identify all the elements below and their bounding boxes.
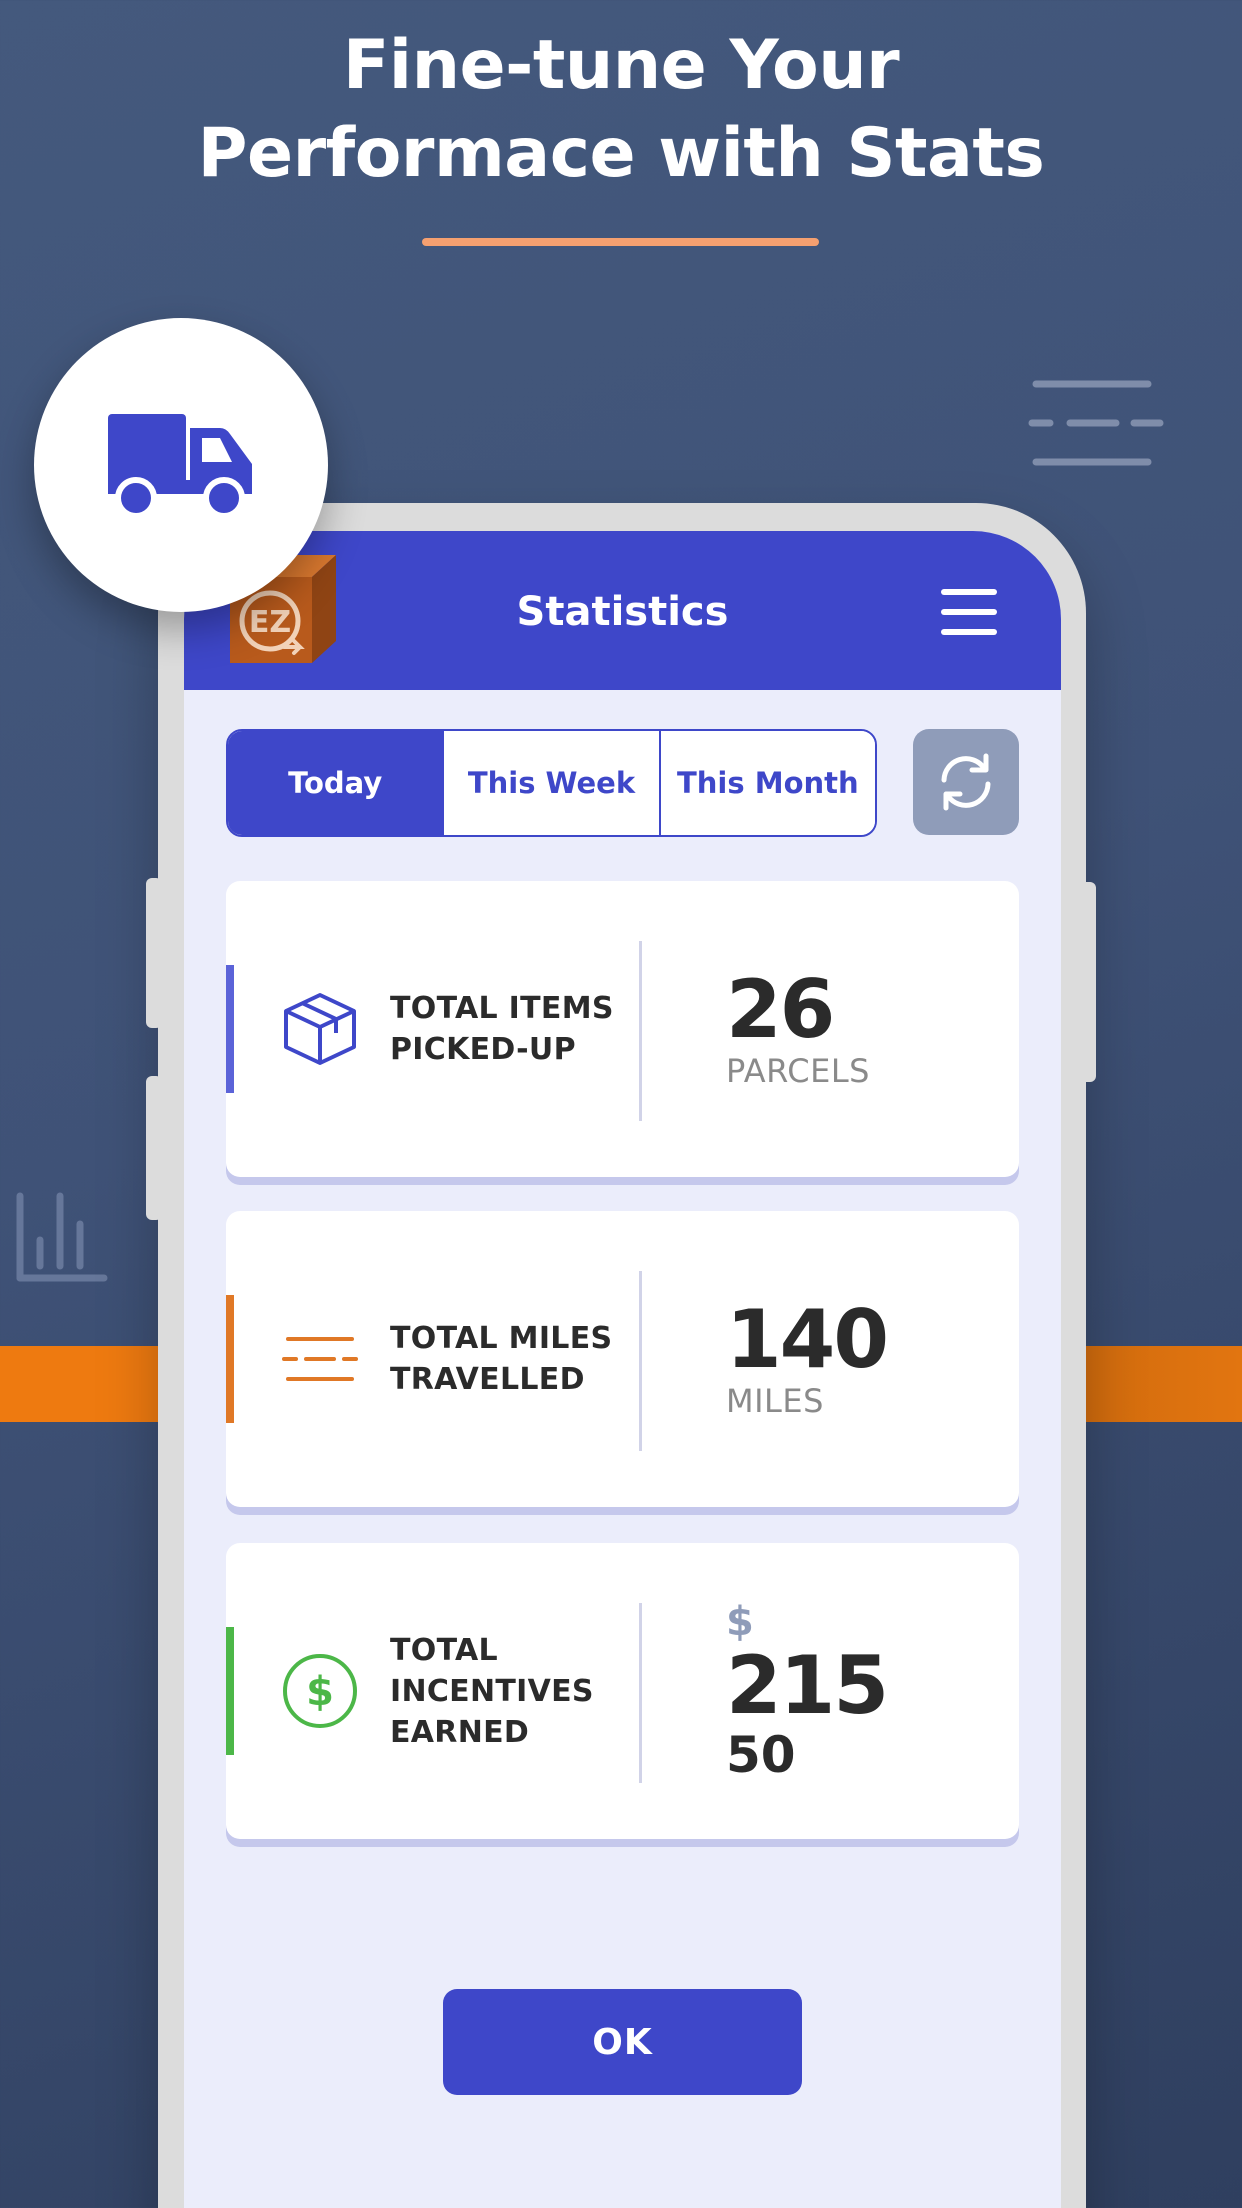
tab-this-month[interactable]: This Month bbox=[658, 731, 875, 835]
ok-button[interactable]: OK bbox=[443, 1989, 802, 2095]
promo-headline: Fine-tune Your Performace with Stats bbox=[0, 22, 1242, 198]
speed-lines-decoration-icon bbox=[1028, 380, 1164, 466]
road-lines-icon bbox=[282, 1337, 358, 1381]
stat-value: 215 bbox=[726, 1639, 889, 1732]
tab-this-week[interactable]: This Week bbox=[442, 731, 659, 835]
stat-value-group: 140 MILES bbox=[726, 1211, 889, 1507]
refresh-button[interactable] bbox=[913, 729, 1019, 835]
stat-value-group: $ 215 50 bbox=[726, 1543, 889, 1839]
stat-label: TOTAL INCENTIVES EARNED bbox=[390, 1632, 594, 1750]
stat-label: TOTAL MILES TRAVELLED bbox=[390, 1321, 613, 1397]
package-box-icon bbox=[284, 993, 356, 1065]
stat-unit: PARCELS bbox=[726, 1052, 870, 1090]
stat-card-items: TOTAL ITEMS PICKED-UP 26 PARCELS bbox=[226, 881, 1019, 1177]
card-accent-bar bbox=[226, 1295, 234, 1423]
card-divider bbox=[639, 1603, 642, 1783]
phone-side-button bbox=[146, 1076, 162, 1220]
currency-symbol: $ bbox=[726, 1599, 754, 1645]
truck-icon bbox=[108, 414, 252, 519]
period-tabs: Today This Week This Month bbox=[226, 729, 877, 837]
bar-chart-decoration-icon bbox=[16, 1192, 108, 1282]
stat-value-group: 26 PARCELS bbox=[726, 881, 870, 1177]
stat-card-miles: TOTAL MILES TRAVELLED 140 MILES bbox=[226, 1211, 1019, 1507]
stat-unit: MILES bbox=[726, 1382, 824, 1420]
screen-title: Statistics bbox=[516, 589, 729, 635]
card-accent-bar bbox=[226, 1627, 234, 1755]
card-divider bbox=[639, 1271, 642, 1451]
headline-underline bbox=[422, 238, 819, 246]
app-screen: EZ Statistics Today This Week This Month bbox=[184, 531, 1061, 2208]
truck-badge bbox=[34, 318, 328, 612]
hamburger-menu-icon[interactable] bbox=[941, 589, 997, 635]
phone-power-button bbox=[1080, 882, 1096, 1082]
stat-value: 140 bbox=[726, 1293, 889, 1386]
headline-line-1: Fine-tune Your bbox=[342, 26, 900, 105]
card-divider bbox=[639, 941, 642, 1121]
app-header: EZ Statistics bbox=[184, 531, 1061, 690]
tab-today[interactable]: Today bbox=[228, 731, 443, 835]
stat-cents: 50 bbox=[726, 1726, 796, 1784]
stat-value: 26 bbox=[726, 963, 835, 1056]
refresh-icon bbox=[941, 753, 991, 811]
headline-line-2: Performace with Stats bbox=[197, 114, 1045, 193]
stat-card-incentives: $ TOTAL INCENTIVES EARNED $ 215 50 bbox=[226, 1543, 1019, 1839]
svg-text:$: $ bbox=[306, 1669, 334, 1715]
card-accent-bar bbox=[226, 965, 234, 1093]
dollar-circle-icon: $ bbox=[283, 1654, 357, 1728]
phone-side-button bbox=[146, 878, 162, 1028]
stat-label: TOTAL ITEMS PICKED-UP bbox=[390, 991, 614, 1067]
